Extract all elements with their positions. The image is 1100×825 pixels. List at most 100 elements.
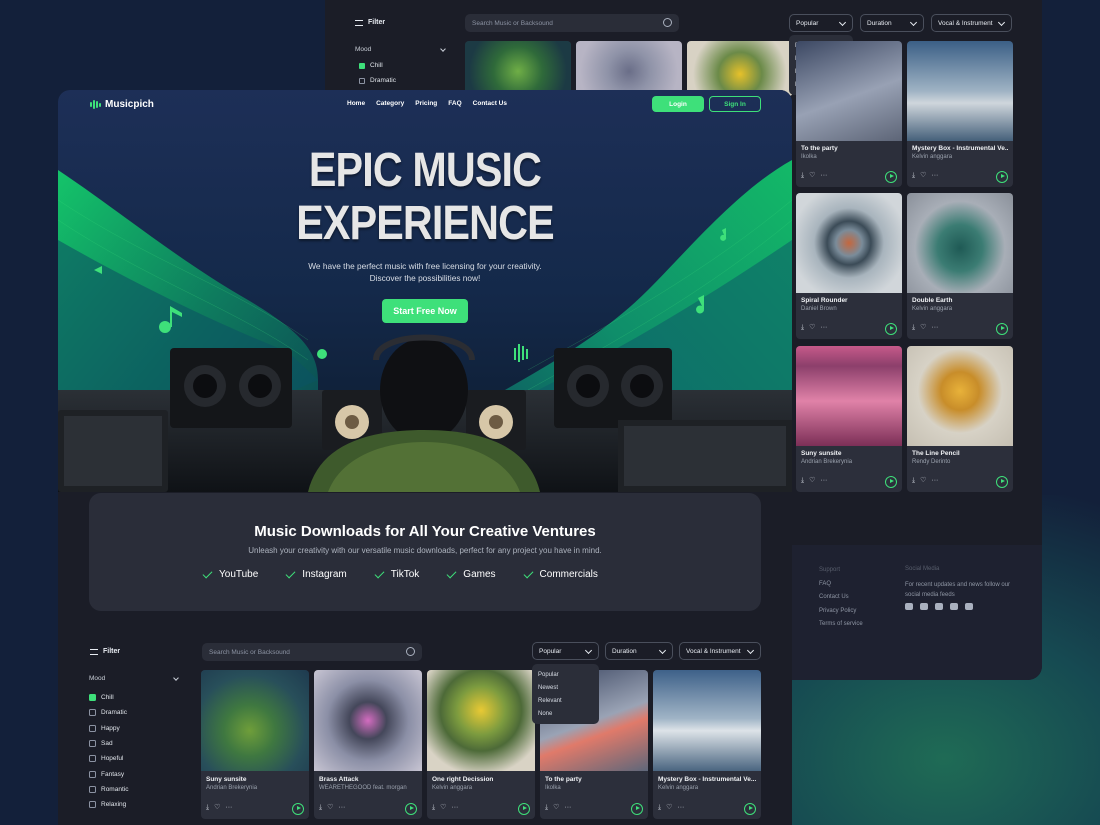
download-icon[interactable]: ⤓ <box>912 324 915 331</box>
heart-icon[interactable]: ♡ <box>440 804 446 811</box>
checkbox[interactable] <box>89 740 96 748</box>
mood-item[interactable]: Hopeful <box>89 751 181 766</box>
more-icon[interactable]: ··· <box>677 804 684 811</box>
nav-link-contact[interactable]: Contact Us <box>473 100 507 107</box>
track-card[interactable]: Suny sunsite Andrian Brekerynia ⤓ ♡ ··· <box>796 346 902 492</box>
mood-header[interactable]: Mood <box>89 675 181 682</box>
more-icon[interactable]: ··· <box>820 172 827 179</box>
mood-item-dramatic[interactable]: Dramatic <box>359 77 396 84</box>
more-icon[interactable]: ··· <box>338 804 345 811</box>
download-icon[interactable]: ⤓ <box>658 804 661 811</box>
heart-icon[interactable]: ♡ <box>327 804 333 811</box>
play-button[interactable] <box>744 803 756 815</box>
checkbox[interactable] <box>89 770 96 778</box>
more-icon[interactable]: ··· <box>564 804 571 811</box>
track-card[interactable] <box>465 41 571 96</box>
brand-logo[interactable]: Musicpich <box>90 99 154 110</box>
download-icon[interactable]: ⤓ <box>912 477 915 484</box>
sort-option[interactable]: Relevant <box>532 694 599 707</box>
download-icon[interactable]: ⤓ <box>912 172 915 179</box>
nav-link-pricing[interactable]: Pricing <box>415 100 437 107</box>
download-icon[interactable]: ⤓ <box>801 477 804 484</box>
checkbox[interactable] <box>89 694 96 702</box>
track-card[interactable]: To the party Ikolka ⤓ ♡ ··· <box>796 41 902 187</box>
play-button[interactable] <box>996 323 1008 335</box>
mood-item[interactable]: Fantasy <box>89 766 181 781</box>
track-card[interactable]: One right Decission Kelvin anggara ⤓ ♡ ··· <box>427 670 535 819</box>
sort-option[interactable]: None <box>532 707 599 720</box>
sort-option[interactable]: Newest <box>532 681 599 694</box>
heart-icon[interactable]: ♡ <box>809 172 815 179</box>
more-icon[interactable]: ··· <box>820 324 827 331</box>
more-icon[interactable]: ··· <box>820 477 827 484</box>
track-card[interactable]: Suny sunsite Andrian Brekerynia ⤓ ♡ ··· <box>201 670 309 819</box>
download-icon[interactable]: ⤓ <box>801 324 804 331</box>
heart-icon[interactable]: ♡ <box>920 324 926 331</box>
track-card[interactable]: The Line Pencil Rendy Derinto ⤓ ♡ ··· <box>907 346 1013 492</box>
twitter-icon[interactable] <box>950 603 958 610</box>
footer-link[interactable]: FAQ <box>819 578 863 592</box>
heart-icon[interactable]: ♡ <box>553 804 559 811</box>
sort-option[interactable]: Popular <box>532 668 599 681</box>
play-button[interactable] <box>996 171 1008 183</box>
nav-link-category[interactable]: Category <box>376 100 404 107</box>
download-icon[interactable]: ⤓ <box>801 172 804 179</box>
mood-item[interactable]: Romantic <box>89 782 181 797</box>
download-icon[interactable]: ⤓ <box>319 804 322 811</box>
track-card[interactable]: Spiral Rounder Daniel Brown ⤓ ♡ ··· <box>796 193 902 339</box>
footer-link[interactable]: Contact Us <box>819 591 863 605</box>
checkbox[interactable] <box>89 709 96 717</box>
track-card[interactable] <box>576 41 682 96</box>
heart-icon[interactable]: ♡ <box>809 324 815 331</box>
filter-header[interactable]: Filter <box>90 648 120 655</box>
checkbox[interactable] <box>89 785 96 793</box>
start-free-button[interactable]: Start Free Now <box>382 299 468 323</box>
search-input[interactable]: Search Music or Backsound <box>202 643 422 661</box>
instagram-icon[interactable] <box>920 603 928 610</box>
play-button[interactable] <box>292 803 304 815</box>
checkbox[interactable] <box>89 801 96 809</box>
play-button[interactable] <box>518 803 530 815</box>
mood-item[interactable]: Dramatic <box>89 705 181 720</box>
checkbox[interactable] <box>89 755 96 763</box>
play-button[interactable] <box>405 803 417 815</box>
duration-dropdown[interactable]: Duration <box>860 14 924 32</box>
heart-icon[interactable]: ♡ <box>920 172 926 179</box>
play-button[interactable] <box>885 323 897 335</box>
mood-item[interactable]: Happy <box>89 721 181 736</box>
mail-icon[interactable] <box>965 603 973 610</box>
duration-dropdown[interactable]: Duration <box>605 642 673 660</box>
heart-icon[interactable]: ♡ <box>214 804 220 811</box>
play-button[interactable] <box>885 476 897 488</box>
heart-icon[interactable]: ♡ <box>809 477 815 484</box>
play-button[interactable] <box>885 171 897 183</box>
more-icon[interactable]: ··· <box>931 477 938 484</box>
mood-item-chill[interactable]: Chill <box>359 62 383 69</box>
signin-button[interactable]: Sign In <box>709 96 761 112</box>
login-button[interactable]: Login <box>652 96 704 112</box>
more-icon[interactable]: ··· <box>931 172 938 179</box>
track-card[interactable] <box>687 41 793 96</box>
mood-header[interactable]: Mood <box>355 46 446 53</box>
more-icon[interactable]: ··· <box>931 324 938 331</box>
sort-dropdown[interactable]: Popular <box>532 642 599 660</box>
play-button[interactable] <box>996 476 1008 488</box>
download-icon[interactable]: ⤓ <box>206 804 209 811</box>
filter-header[interactable]: Filter <box>355 19 385 26</box>
search-input[interactable]: Search Music or Backsound <box>465 14 679 32</box>
vocal-instrument-dropdown[interactable]: Vocal & Instrument <box>679 642 761 660</box>
mood-item[interactable]: Chill <box>89 690 181 705</box>
track-card[interactable]: Mystery Box - Instrumental Ve... Kelvin … <box>653 670 761 819</box>
mood-item[interactable]: Sad <box>89 736 181 751</box>
checkbox[interactable] <box>89 724 96 732</box>
more-icon[interactable]: ··· <box>225 804 232 811</box>
footer-link[interactable]: Terms of service <box>819 618 863 632</box>
facebook-icon[interactable] <box>935 603 943 610</box>
checkbox[interactable] <box>359 62 365 69</box>
more-icon[interactable]: ··· <box>451 804 458 811</box>
checkbox[interactable] <box>359 77 365 84</box>
heart-icon[interactable]: ♡ <box>920 477 926 484</box>
track-card[interactable]: Brass Attack WEARETHEGOOD feat. morgan ⤓… <box>314 670 422 819</box>
nav-link-faq[interactable]: FAQ <box>448 100 461 107</box>
heart-icon[interactable]: ♡ <box>666 804 672 811</box>
